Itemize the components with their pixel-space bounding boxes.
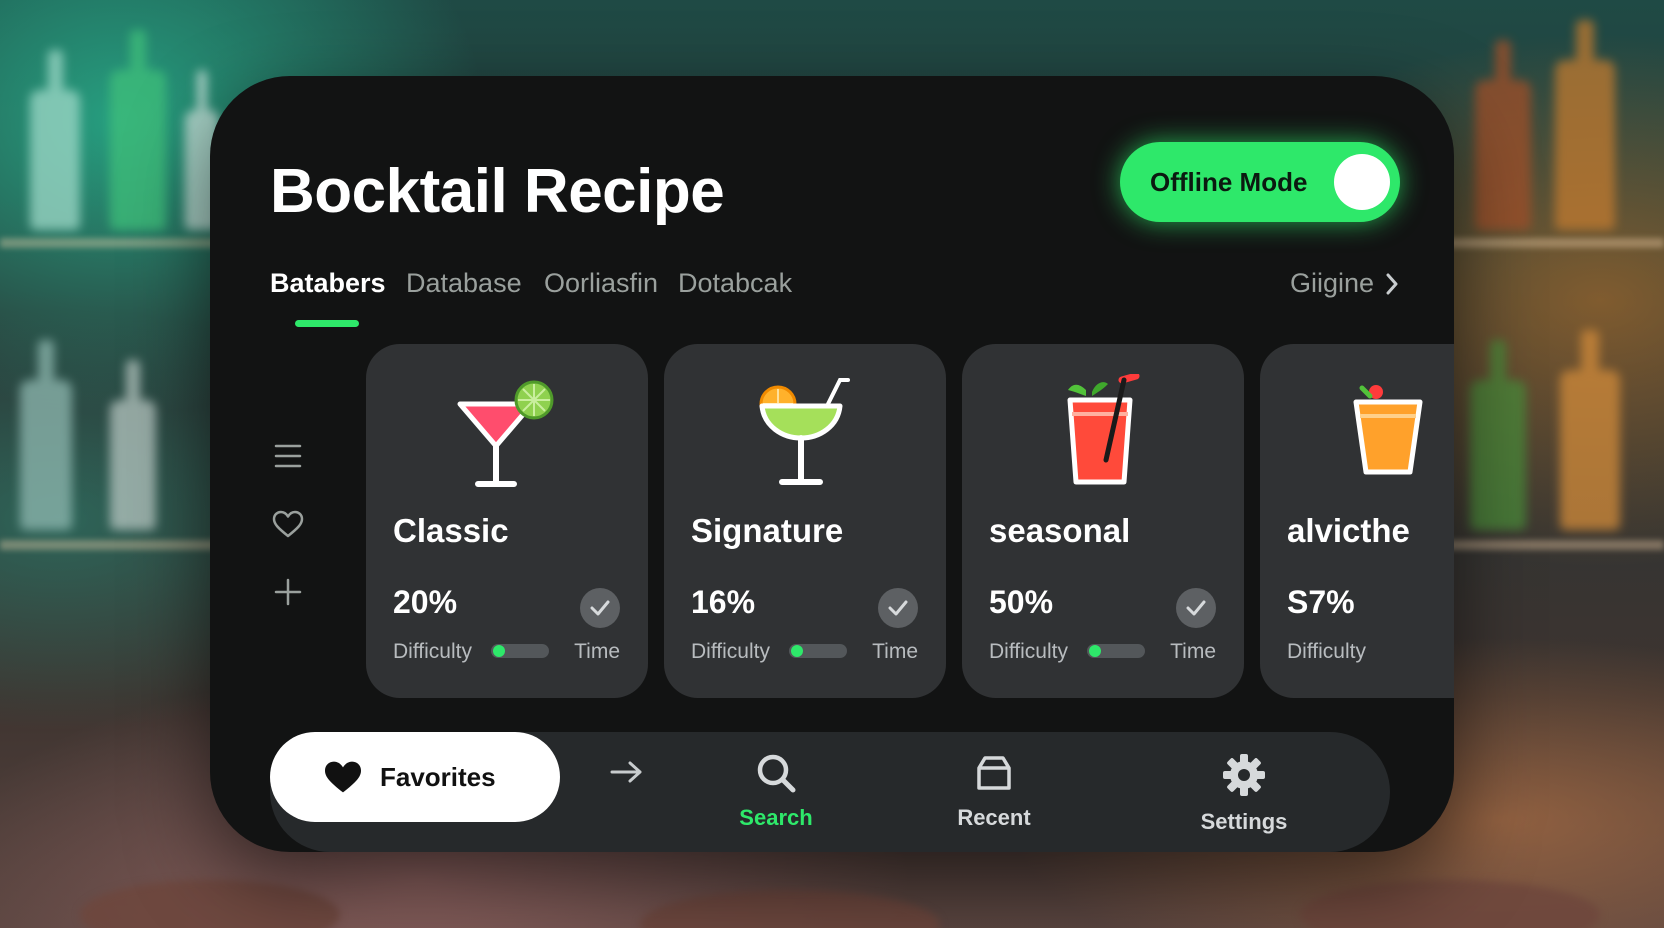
card-title: alvicthe [1287, 512, 1410, 549]
tab-more-link[interactable]: Giigine [1290, 268, 1400, 299]
toggle-knob [1334, 154, 1390, 210]
menu-icon[interactable] [268, 436, 308, 476]
gear-icon [1223, 754, 1265, 796]
sidebar [268, 436, 308, 640]
offline-mode-label: Offline Mode [1150, 166, 1308, 197]
check-icon[interactable] [1176, 588, 1216, 628]
bottle [30, 50, 80, 230]
difficulty-label: Difficulty [691, 640, 770, 663]
bottle [110, 360, 156, 530]
difficulty-bar [491, 644, 549, 658]
bottom-nav: Favorites Search Recent Settings [270, 732, 1390, 852]
bottle [1555, 20, 1615, 230]
nav-settings-label: Settings [1200, 809, 1288, 834]
bar-stool [1300, 880, 1600, 928]
nav-settings[interactable]: Settings [1184, 752, 1304, 835]
cocktail-glass-icon [1353, 385, 1423, 475]
nav-search-label: Search [739, 805, 813, 830]
bottle [1475, 40, 1531, 230]
recipe-card-signature[interactable]: Signature 16% Difficulty Time [664, 344, 946, 698]
nav-search[interactable]: Search [716, 752, 836, 831]
shelf [1440, 540, 1664, 550]
difficulty-bar-fill [791, 645, 803, 657]
tab-batabers[interactable]: Batabers [270, 268, 386, 299]
difficulty-label: Difficulty [393, 640, 472, 663]
bottle [20, 340, 72, 530]
recipe-card-classic[interactable]: Classic 20% Difficulty Time [366, 344, 648, 698]
tab-oorliasfin[interactable]: Oorliasfin [544, 268, 658, 299]
bar-stool [640, 890, 940, 928]
plus-icon[interactable] [268, 572, 308, 612]
nav-recent-label: Recent [957, 805, 1031, 830]
favorites-button[interactable]: Favorites [270, 732, 560, 822]
difficulty-bar-fill [1089, 645, 1101, 657]
tab-database[interactable]: Database [406, 268, 522, 299]
bottle [1560, 330, 1620, 530]
heart-outline-icon[interactable] [268, 504, 308, 544]
bar-stool [80, 880, 340, 928]
page-title: Bocktail Recipe [270, 157, 725, 226]
folder-icon [977, 756, 1011, 790]
card-title: Signature [691, 512, 844, 549]
time-label: Time [872, 640, 918, 663]
highball-glass-icon [1067, 374, 1140, 485]
recipe-card-alvicthe[interactable]: alvicthe S7% Difficulty [1260, 344, 1454, 698]
difficulty-bar [789, 644, 847, 658]
difficulty-bar-fill [493, 645, 505, 657]
check-icon[interactable] [878, 588, 918, 628]
card-percent: 20% [393, 584, 458, 620]
tab-dotabcak[interactable]: Dotabcak [678, 268, 792, 299]
bottle [110, 30, 166, 230]
shelf [1440, 238, 1664, 248]
shelf [0, 238, 230, 248]
martini-glass-icon [457, 380, 554, 487]
arrow-right-icon[interactable] [610, 760, 644, 784]
app-window: Bocktail Recipe Offline Mode Batabers Da… [210, 76, 1454, 852]
recipe-card-seasonal[interactable]: seasonal 50% Difficulty Time [962, 344, 1244, 698]
search-icon [757, 754, 796, 793]
difficulty-label: Difficulty [1287, 640, 1366, 663]
card-percent: 50% [989, 584, 1054, 620]
time-label: Time [574, 640, 620, 663]
nav-recent[interactable]: Recent [934, 752, 1054, 831]
check-icon[interactable] [580, 588, 620, 628]
favorites-label: Favorites [380, 761, 496, 792]
time-label: Time [1170, 640, 1216, 663]
shelf [0, 540, 230, 550]
card-title: seasonal [989, 512, 1131, 549]
tab-more-label: Giigine [1289, 268, 1374, 298]
difficulty-label: Difficulty [989, 640, 1068, 663]
card-title: Classic [393, 512, 509, 549]
margarita-glass-icon [759, 378, 850, 485]
card-percent: S7% [1287, 584, 1355, 620]
difficulty-bar [1087, 644, 1145, 658]
bottle [1470, 340, 1526, 530]
offline-mode-toggle[interactable]: Offline Mode [1120, 142, 1400, 222]
card-percent: 16% [691, 584, 756, 620]
tab-bar: Batabers Database Oorliasfin Dotabcak Gi… [270, 268, 1400, 328]
chevron-right-icon [1386, 273, 1398, 294]
heart-filled-icon [325, 761, 361, 793]
active-tab-indicator [295, 320, 359, 327]
